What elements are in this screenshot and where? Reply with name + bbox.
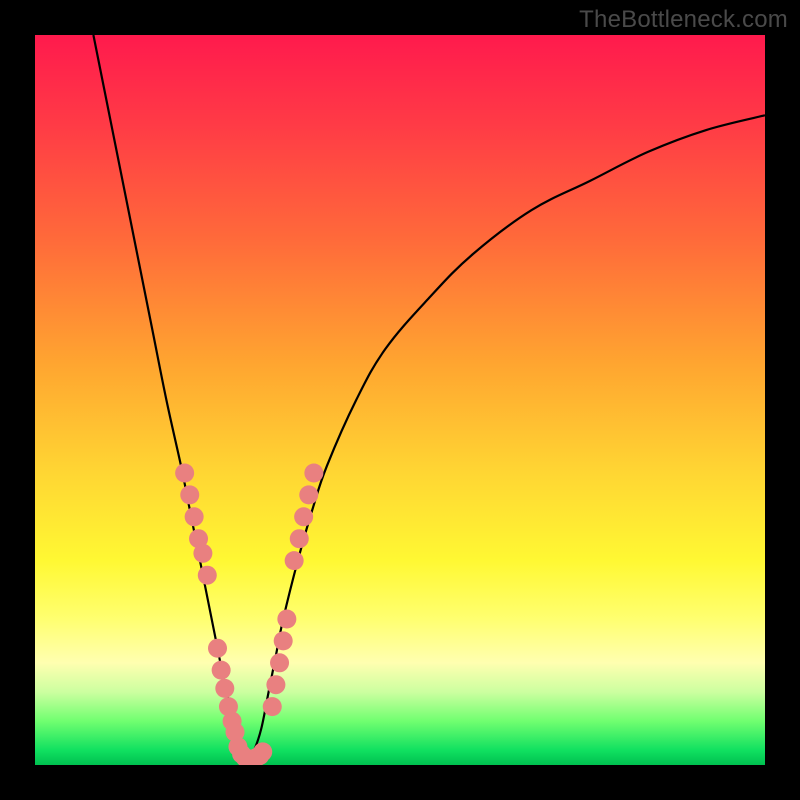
plot-area (35, 35, 765, 765)
data-dot (253, 742, 272, 761)
data-dot (266, 675, 285, 694)
data-dot (290, 529, 309, 548)
curve-group (93, 35, 765, 761)
data-dot (212, 661, 231, 680)
chart-svg (35, 35, 765, 765)
data-dot (198, 566, 217, 585)
data-dot (193, 544, 212, 563)
scatter-dots (175, 464, 323, 766)
data-dot (285, 551, 304, 570)
curve-right-branch (247, 115, 765, 761)
data-dot (270, 653, 289, 672)
watermark-text: TheBottleneck.com (579, 6, 788, 34)
data-dot (180, 485, 199, 504)
chart-frame: TheBottleneck.com (0, 0, 800, 800)
data-dot (185, 507, 204, 526)
data-dot (299, 485, 318, 504)
data-dot (175, 464, 194, 483)
data-dot (304, 464, 323, 483)
data-dot (208, 639, 227, 658)
data-dot (274, 631, 293, 650)
data-dot (215, 679, 234, 698)
data-dot (277, 610, 296, 629)
data-dot (294, 507, 313, 526)
data-dot (263, 697, 282, 716)
